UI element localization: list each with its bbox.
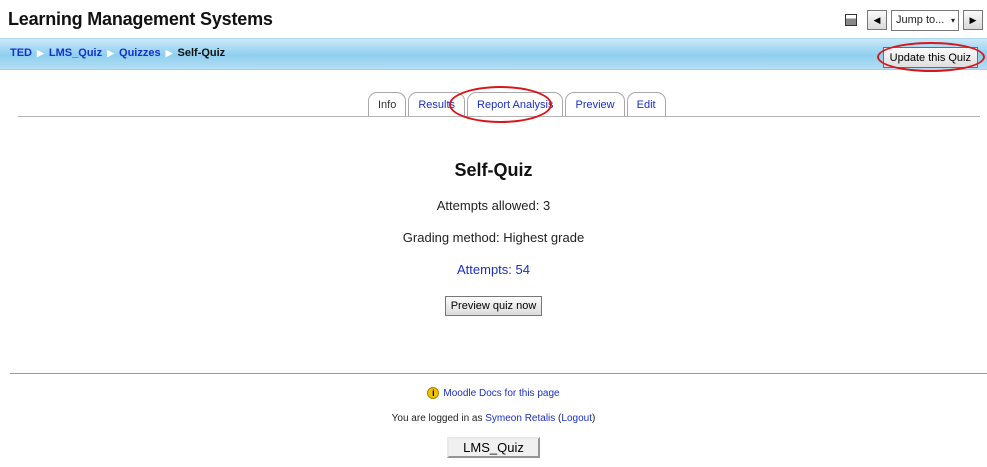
- preview-quiz-button[interactable]: Preview quiz now: [444, 296, 543, 316]
- arrow-right-icon: ▶: [969, 14, 977, 25]
- quiz-title: Self-Quiz: [454, 160, 533, 180]
- user-name-link[interactable]: Symeon Retalis: [485, 413, 555, 424]
- chevron-down-icon: ▾: [950, 15, 955, 25]
- breadcrumb-item-quizzes[interactable]: Quizzes: [119, 47, 161, 59]
- tab-divider: [18, 116, 980, 117]
- footer-divider: [10, 373, 987, 374]
- docs-row: i Moodle Docs for this page: [0, 387, 987, 399]
- quiz-info-panel: Self-Quiz Attempts allowed: 3 Grading me…: [0, 150, 987, 316]
- document-icon[interactable]: [845, 14, 857, 26]
- help-icon: i: [427, 387, 440, 399]
- jump-to-label: Jump to...: [896, 14, 945, 26]
- breadcrumb: TED ▶ LMS_Quiz ▶ Quizzes ▶ Self-Quiz: [10, 47, 225, 59]
- tab-edit[interactable]: Edit: [626, 92, 666, 117]
- site-title: Learning Management Systems: [8, 9, 273, 29]
- page-footer: i Moodle Docs for this page You are logg…: [0, 387, 987, 458]
- breadcrumb-bar: TED ▶ LMS_Quiz ▶ Quizzes ▶ Self-Quiz Upd…: [0, 38, 987, 70]
- next-activity-button[interactable]: ▶: [963, 10, 983, 30]
- update-quiz-button[interactable]: Update this Quiz: [882, 47, 978, 68]
- breadcrumb-separator-icon: ▶: [107, 47, 115, 58]
- tab-info[interactable]: Info: [368, 92, 407, 117]
- login-info: You are logged in as Symeon Retalis (Log…: [0, 413, 987, 424]
- logout-close: ): [591, 413, 596, 424]
- tab-report-analysis[interactable]: Report Analysis: [467, 92, 564, 117]
- login-prefix: You are logged in as: [391, 413, 486, 424]
- page-header: Learning Management Systems ◀ Jump to...…: [0, 0, 987, 38]
- previous-activity-button[interactable]: ◀: [867, 10, 887, 30]
- breadcrumb-separator-icon: ▶: [37, 47, 44, 58]
- course-home-button[interactable]: LMS_Quiz: [447, 437, 540, 458]
- grading-method: Grading method: Highest grade: [402, 230, 585, 245]
- jump-to-select[interactable]: Jump to... ▾: [891, 9, 959, 31]
- breadcrumb-separator-icon: ▶: [165, 47, 173, 58]
- breadcrumb-item-ted[interactable]: TED: [10, 47, 32, 59]
- arrow-left-icon: ◀: [873, 14, 881, 25]
- attempts-allowed: Attempts allowed: 3: [436, 198, 551, 213]
- breadcrumb-current: Self-Quiz: [177, 47, 226, 59]
- tab-bar: Info Results Report Analysis Preview Edi…: [368, 92, 666, 117]
- attempts-link[interactable]: Attempts: 54: [457, 262, 530, 277]
- breadcrumb-item-lms-quiz[interactable]: LMS_Quiz: [49, 47, 102, 59]
- tab-results[interactable]: Results: [408, 92, 466, 117]
- logout-link[interactable]: Logout: [561, 413, 592, 424]
- header-controls: ◀ Jump to... ▾ ▶: [845, 9, 983, 31]
- moodle-docs-link[interactable]: Moodle Docs for this page: [443, 388, 559, 399]
- tab-preview[interactable]: Preview: [565, 92, 625, 117]
